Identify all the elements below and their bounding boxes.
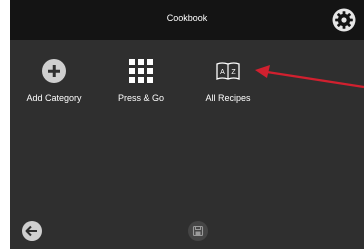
header-bar: Cookbook xyxy=(10,0,364,40)
back-arrow-icon xyxy=(25,225,37,237)
app-screen: Cookbook Add Category Press & Go A Z All… xyxy=(10,0,364,249)
device: Cookbook Add Category Press & Go A Z All… xyxy=(0,0,364,249)
svg-text:Z: Z xyxy=(231,69,236,76)
add-category-button[interactable]: Add Category xyxy=(12,58,96,118)
back-button[interactable] xyxy=(22,221,42,241)
save-icon xyxy=(192,225,204,237)
book-az-icon: A Z xyxy=(215,58,241,84)
all-recipes-button[interactable]: A Z All Recipes xyxy=(186,58,270,118)
left-bezel xyxy=(0,0,10,249)
grid-icon xyxy=(128,58,154,84)
all-recipes-label: All Recipes xyxy=(205,93,251,103)
settings-button[interactable] xyxy=(332,8,356,32)
gear-icon xyxy=(332,8,356,32)
save-button[interactable] xyxy=(188,221,208,241)
svg-text:A: A xyxy=(220,69,225,76)
page-title: Cookbook xyxy=(166,13,208,23)
plus-circle-icon xyxy=(41,58,67,84)
press-and-go-label: Press & Go xyxy=(117,93,164,103)
add-category-label: Add Category xyxy=(26,93,82,103)
press-and-go-button[interactable]: Press & Go xyxy=(99,58,183,118)
